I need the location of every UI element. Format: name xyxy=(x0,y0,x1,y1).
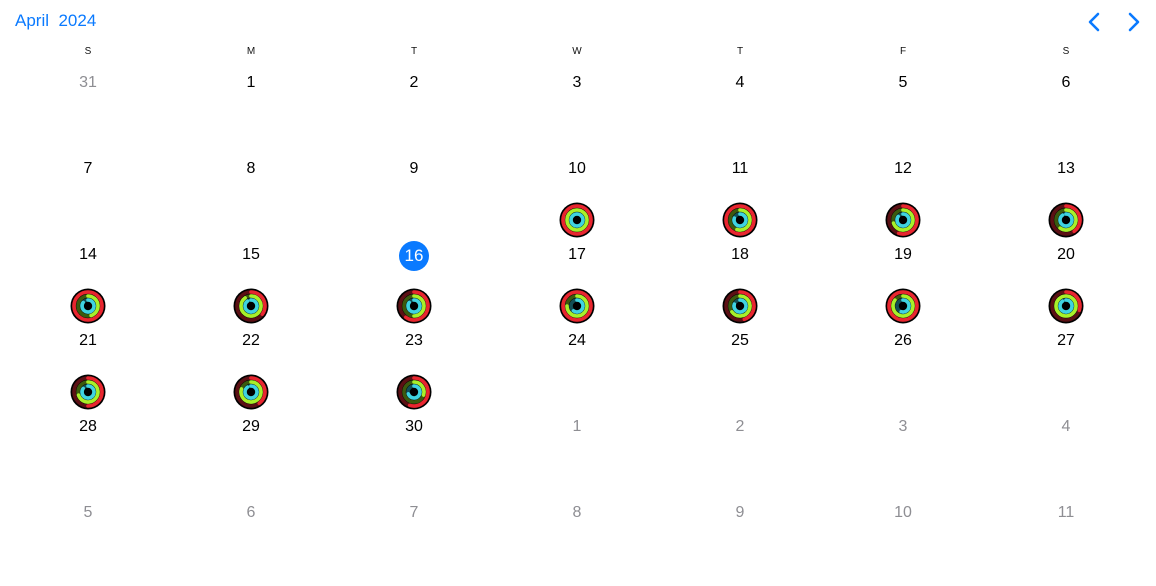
activity-rings-icon[interactable] xyxy=(396,374,432,410)
adjacent-month-day-cell[interactable]: 5 xyxy=(68,503,108,523)
weekday-label: T xyxy=(410,46,418,57)
day-cell[interactable]: 10 xyxy=(557,159,597,179)
adjacent-month-day-cell[interactable]: 3 xyxy=(883,417,923,437)
day-cell[interactable]: 29 xyxy=(231,417,271,437)
day-cell[interactable]: 21 xyxy=(68,331,108,351)
month-year-title[interactable]: April 2024 xyxy=(15,11,96,31)
adjacent-month-day-cell[interactable]: 9 xyxy=(720,503,760,523)
day-cell[interactable]: 2 xyxy=(394,73,434,93)
activity-rings-icon[interactable] xyxy=(70,374,106,410)
adjacent-month-day-cell[interactable]: 6 xyxy=(231,503,271,523)
day-cell[interactable]: 15 xyxy=(231,245,271,265)
activity-rings-icon[interactable] xyxy=(885,202,921,238)
day-cell[interactable]: 7 xyxy=(68,159,108,179)
day-cell[interactable]: 19 xyxy=(883,245,923,265)
day-cell[interactable]: 14 xyxy=(68,245,108,265)
year-label: 2024 xyxy=(58,11,97,30)
day-cell[interactable]: 5 xyxy=(883,73,923,93)
day-cell[interactable]: 24 xyxy=(557,331,597,351)
adjacent-month-day-cell[interactable]: 7 xyxy=(394,503,434,523)
day-cell[interactable]: 6 xyxy=(1046,73,1086,93)
activity-rings-icon[interactable] xyxy=(722,288,758,324)
day-cell[interactable]: 9 xyxy=(394,159,434,179)
day-cell[interactable]: 30 xyxy=(394,417,434,437)
day-cell[interactable]: 17 xyxy=(557,245,597,265)
activity-rings-icon[interactable] xyxy=(233,374,269,410)
day-cell[interactable]: 3 xyxy=(557,73,597,93)
activity-rings-icon[interactable] xyxy=(396,288,432,324)
activity-rings-icon[interactable] xyxy=(559,288,595,324)
day-cell[interactable]: 12 xyxy=(883,159,923,179)
adjacent-month-day-cell[interactable]: 1 xyxy=(557,417,597,437)
activity-rings-icon[interactable] xyxy=(1048,288,1084,324)
activity-rings-icon[interactable] xyxy=(722,202,758,238)
adjacent-month-day-cell[interactable]: 10 xyxy=(883,503,923,523)
previous-month-button[interactable] xyxy=(1084,10,1106,34)
day-cell[interactable]: 26 xyxy=(883,331,923,351)
activity-rings-icon[interactable] xyxy=(1048,202,1084,238)
adjacent-month-day-cell[interactable]: 31 xyxy=(68,73,108,93)
next-month-button[interactable] xyxy=(1122,10,1144,34)
chevron-right-icon xyxy=(1122,10,1144,34)
weekday-label: W xyxy=(572,46,582,57)
adjacent-month-day-cell[interactable]: 8 xyxy=(557,503,597,523)
activity-rings-icon[interactable] xyxy=(559,202,595,238)
activity-rings-icon[interactable] xyxy=(885,288,921,324)
day-cell[interactable]: 20 xyxy=(1046,245,1086,265)
day-cell[interactable]: 27 xyxy=(1046,331,1086,351)
day-cell[interactable]: 23 xyxy=(394,331,434,351)
weekday-label: S xyxy=(1062,46,1070,57)
activity-rings-icon[interactable] xyxy=(70,288,106,324)
day-cell[interactable]: 13 xyxy=(1046,159,1086,179)
weekday-label: S xyxy=(84,46,92,57)
chevron-left-icon xyxy=(1084,10,1106,34)
adjacent-month-day-cell[interactable]: 4 xyxy=(1046,417,1086,437)
activity-rings-icon[interactable] xyxy=(233,288,269,324)
adjacent-month-day-cell[interactable]: 2 xyxy=(720,417,760,437)
calendar-header: April 2024 xyxy=(0,0,1156,44)
day-cell[interactable]: 28 xyxy=(68,417,108,437)
day-cell[interactable]: 22 xyxy=(231,331,271,351)
adjacent-month-day-cell[interactable]: 11 xyxy=(1046,503,1086,523)
day-cell[interactable]: 25 xyxy=(720,331,760,351)
month-label: April xyxy=(15,11,50,30)
day-cell[interactable]: 4 xyxy=(720,73,760,93)
day-cell[interactable]: 18 xyxy=(720,245,760,265)
day-cell[interactable]: 1 xyxy=(231,73,271,93)
weekday-label: F xyxy=(899,46,907,57)
today-day-cell[interactable]: 16 xyxy=(399,241,429,271)
day-cell[interactable]: 8 xyxy=(231,159,271,179)
day-cell[interactable]: 11 xyxy=(720,159,760,179)
weekday-label: M xyxy=(246,46,256,57)
weekday-label: T xyxy=(736,46,744,57)
